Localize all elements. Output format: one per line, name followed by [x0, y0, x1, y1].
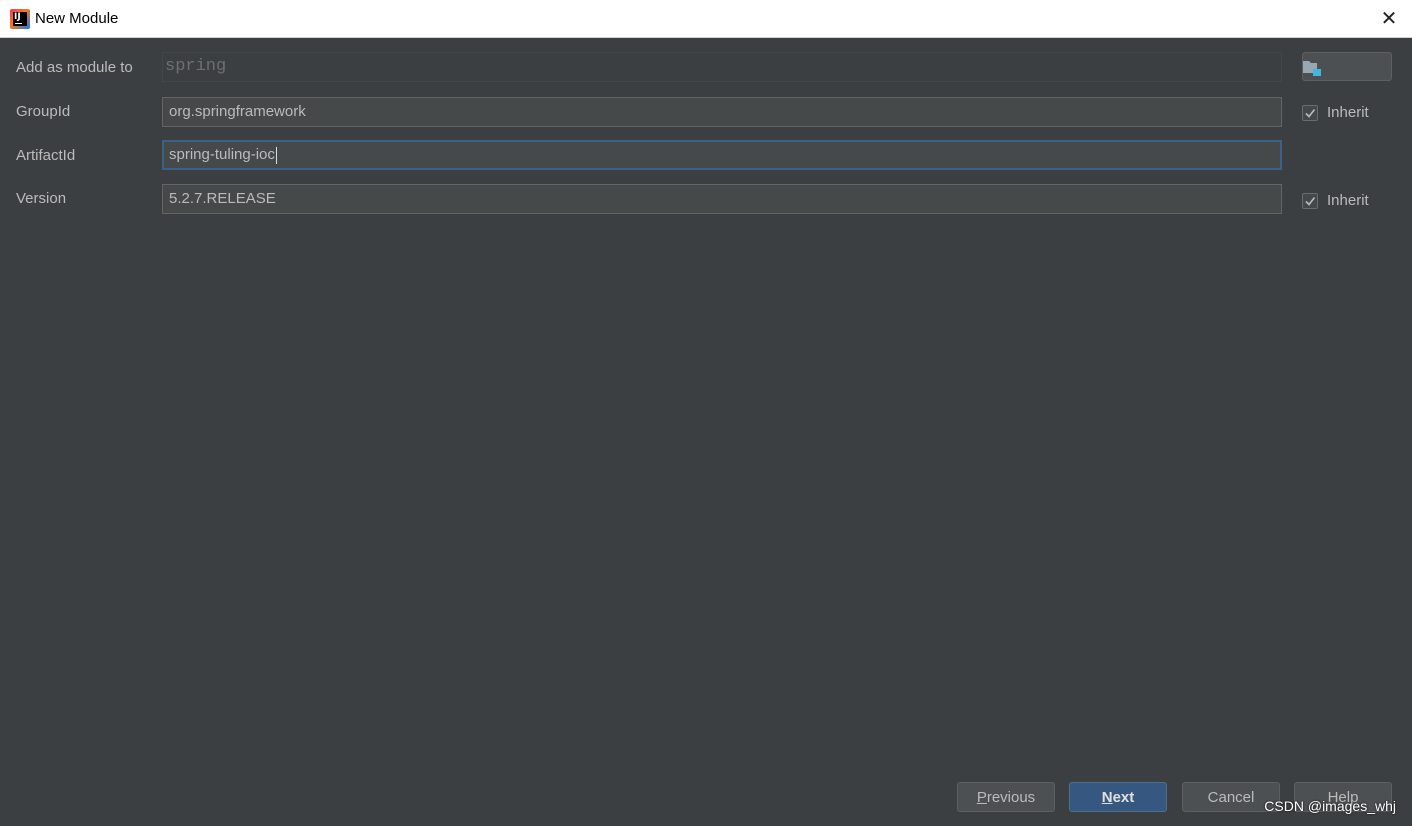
title-bar: IJ New Module ✕ — [0, 0, 1412, 38]
previous-button[interactable]: Previous — [957, 782, 1055, 812]
group-id-input[interactable]: org.springframework — [162, 97, 1282, 127]
window-title: New Module — [35, 10, 119, 27]
next-mnemonic: N — [1101, 788, 1113, 806]
intellij-idea-icon: IJ — [10, 9, 30, 29]
watermark: CSDN @images_whj — [1264, 798, 1396, 814]
next-label: ext — [1112, 788, 1135, 806]
text-caret — [275, 146, 277, 164]
version-input[interactable]: 5.2.7.RELEASE — [162, 184, 1282, 214]
version-value: 5.2.7.RELEASE — [169, 190, 276, 207]
group-id-inherit-box[interactable] — [1302, 104, 1318, 121]
parent-label: Add as module to — [16, 59, 133, 76]
previous-mnemonic: P — [976, 788, 987, 806]
version-inherit-box[interactable] — [1302, 192, 1318, 209]
previous-label: revious — [986, 788, 1036, 806]
check-icon — [1305, 108, 1316, 118]
close-icon: ✕ — [1380, 8, 1398, 30]
group-id-inherit-label: Inherit — [1327, 104, 1369, 121]
artifact-id-input[interactable]: spring-tuling-ioc — [162, 140, 1282, 170]
group-id-inherit-checkbox[interactable]: Inherit — [1302, 104, 1369, 121]
close-button[interactable]: ✕ — [1366, 0, 1412, 37]
parent-field: spring — [162, 52, 1282, 82]
next-button[interactable]: Next — [1069, 782, 1167, 812]
version-inherit-checkbox[interactable]: Inherit — [1302, 192, 1369, 209]
artifact-id-label: ArtifactId — [16, 147, 76, 164]
check-icon — [1305, 196, 1316, 206]
artifact-id-value: spring-tuling-ioc — [169, 146, 275, 163]
group-id-label: GroupId — [16, 103, 71, 120]
folder-icon — [1303, 61, 1321, 76]
version-inherit-label: Inherit — [1327, 192, 1369, 209]
group-id-value: org.springframework — [169, 103, 306, 120]
parent-value: spring — [165, 57, 227, 76]
version-label: Version — [16, 190, 67, 207]
cancel-label: Cancel — [1207, 788, 1255, 806]
